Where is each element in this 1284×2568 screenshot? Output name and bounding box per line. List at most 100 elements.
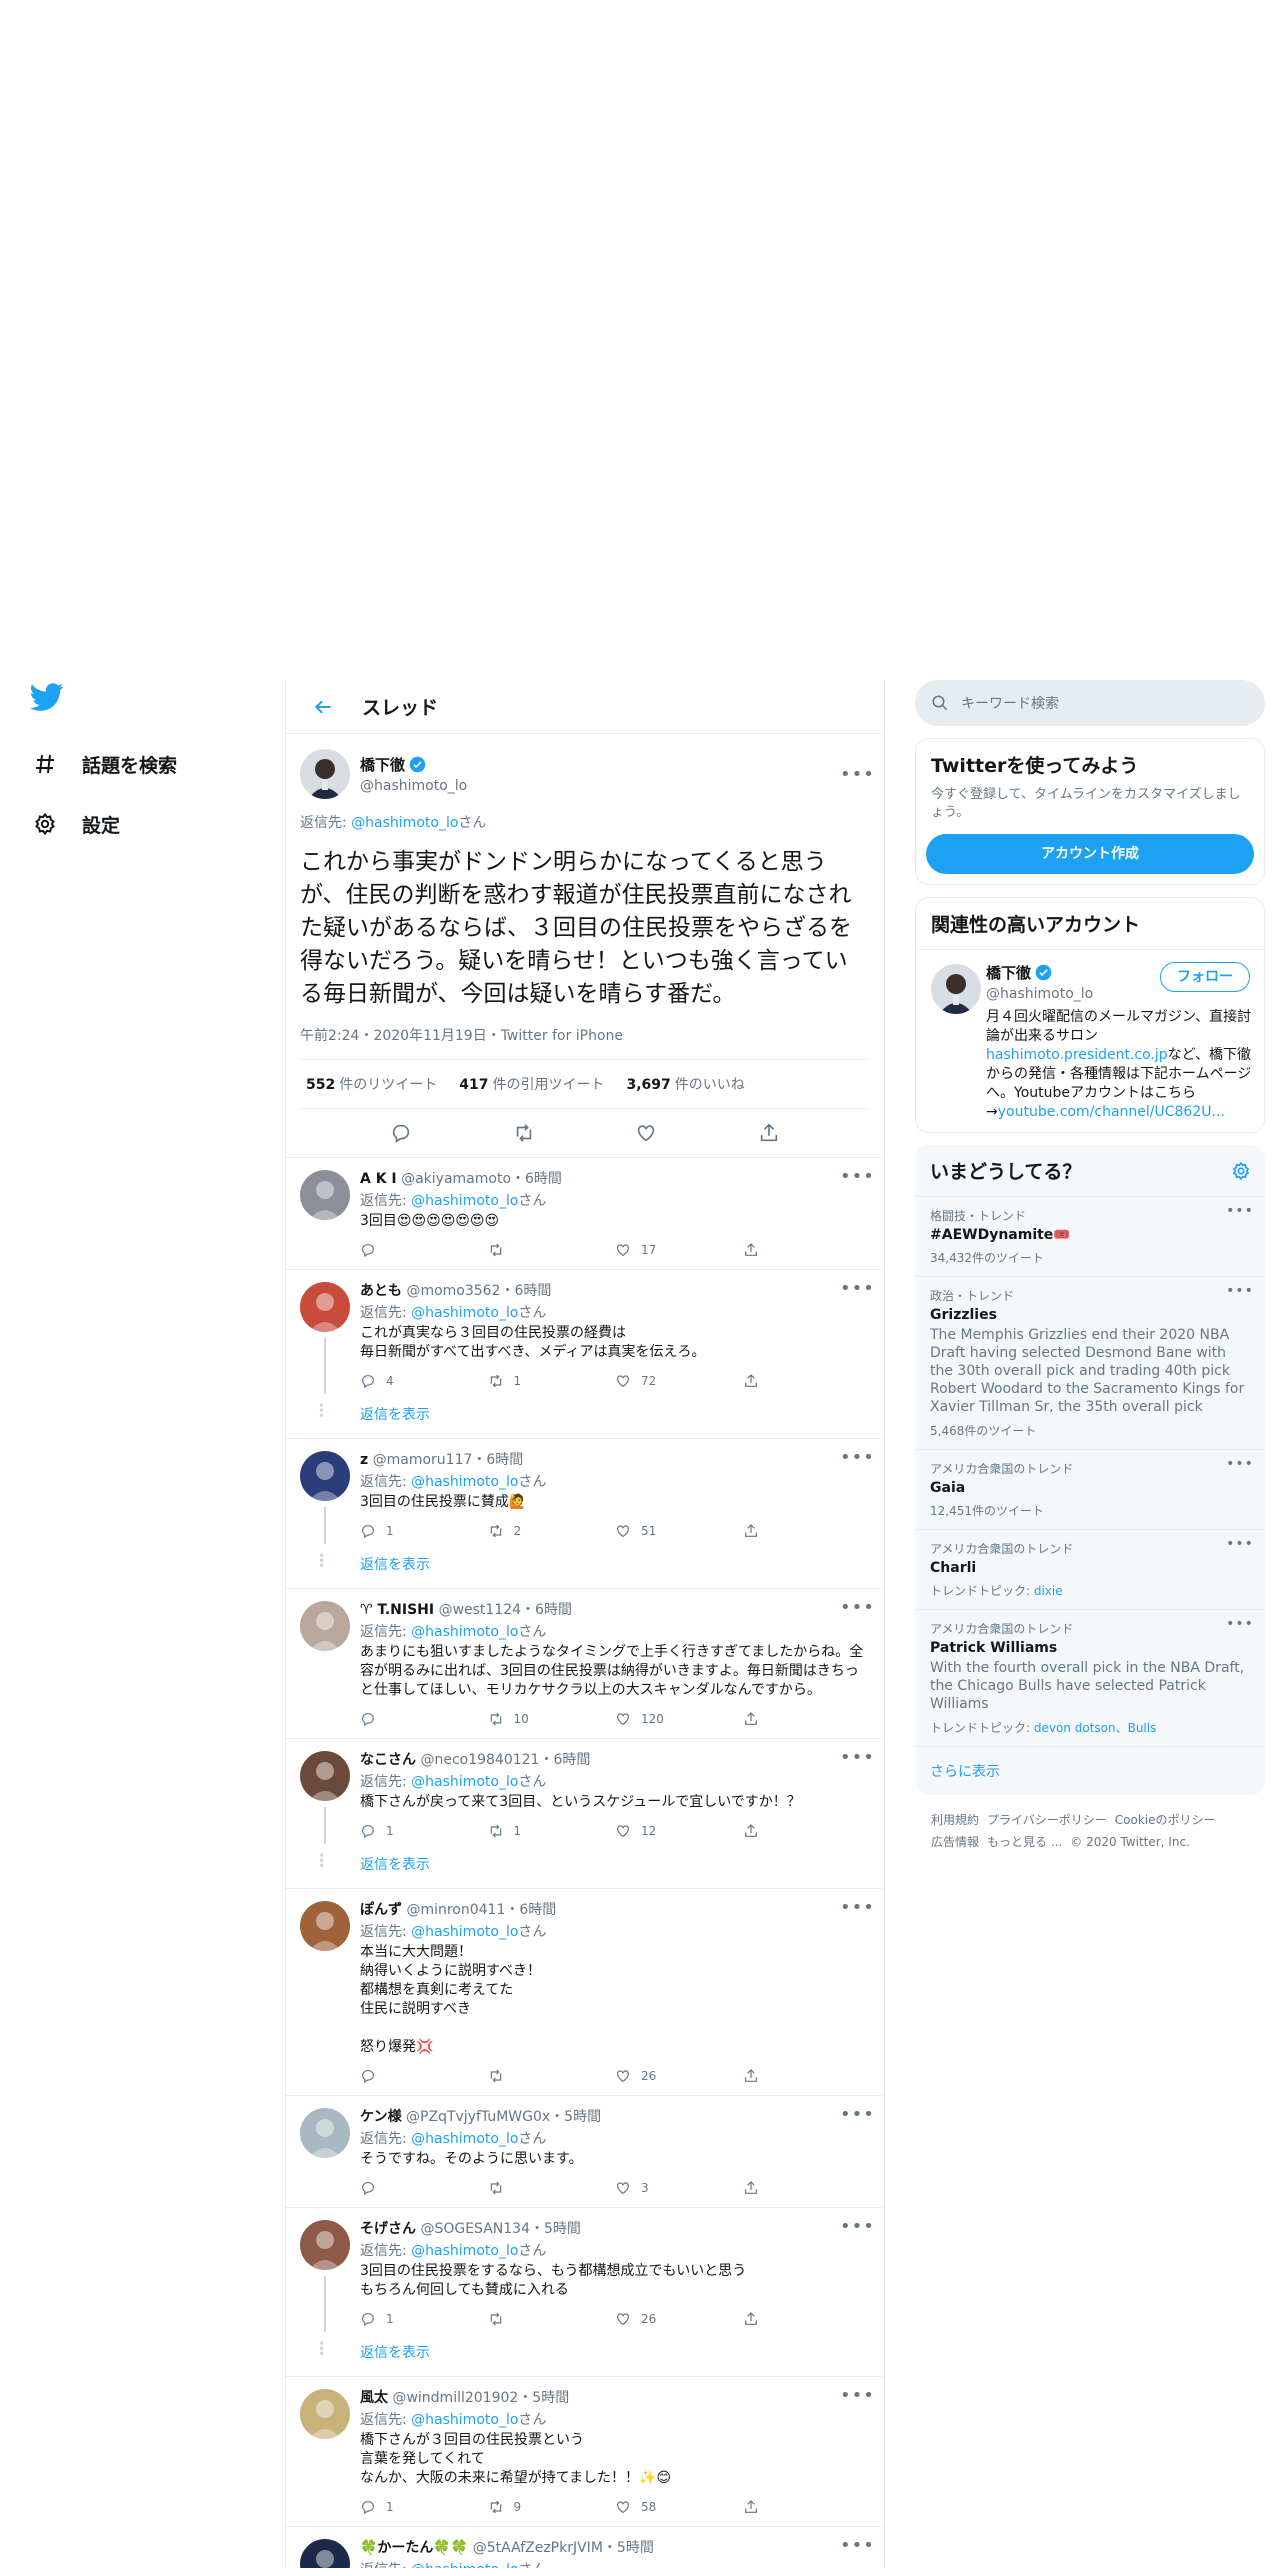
more-options-icon[interactable]: •••	[840, 2385, 874, 2406]
show-replies-label[interactable]: 返信を表示	[360, 2345, 430, 2361]
reply-author-name[interactable]: あとも	[360, 1283, 402, 1299]
like-button[interactable]: 3	[615, 2180, 743, 2196]
more-options-icon[interactable]: •••	[1225, 1203, 1255, 1219]
reply-icon[interactable]	[360, 1242, 376, 1258]
like-icon[interactable]	[615, 2499, 631, 2515]
more-options-icon[interactable]: •••	[1225, 1283, 1255, 1299]
reply-button[interactable]	[360, 1242, 488, 1258]
back-arrow-icon[interactable]	[308, 692, 338, 722]
like-button[interactable]: 26	[615, 2311, 743, 2327]
retweet-icon[interactable]	[513, 1122, 535, 1144]
reply-time[interactable]: ・6時間	[511, 1171, 562, 1187]
avatar[interactable]	[300, 2220, 350, 2270]
share-icon[interactable]	[743, 1242, 759, 1258]
retweet-icon[interactable]	[488, 2311, 504, 2327]
reply-tweet[interactable]: ••• ケン様 @PZqTvjyfTuMWG0x・5時間 返信先: @hashimo…	[286, 2096, 884, 2208]
reply-to-link[interactable]: @hashimoto_lo	[411, 1624, 518, 1640]
share-button[interactable]	[743, 2068, 871, 2084]
reply-author-name[interactable]: 風太	[360, 2390, 388, 2406]
like-icon[interactable]	[615, 1823, 631, 1839]
share-icon[interactable]	[743, 2180, 759, 2196]
retweet-button[interactable]: 1	[488, 1823, 616, 1839]
retweet-button[interactable]	[488, 2311, 616, 2327]
reply-to-link[interactable]: @hashimoto_lo	[411, 2243, 518, 2259]
reply-tweet[interactable]: ••• あとも @momo3562・6時間 返信先: @hashimoto_loさん…	[286, 1270, 884, 1439]
retweet-button[interactable]	[488, 2180, 616, 2196]
show-replies-label[interactable]: 返信を表示	[360, 1407, 430, 1423]
trend-title[interactable]: #AEWDynamite🎟️	[930, 1227, 1250, 1243]
reply-icon[interactable]	[360, 1823, 376, 1839]
create-account-button[interactable]: アカウント作成	[926, 834, 1254, 874]
reply-author-name[interactable]: A K I	[360, 1171, 397, 1187]
reply-to-link[interactable]: @hashimoto_lo	[411, 2562, 518, 2568]
reply-author-name[interactable]: ケン様	[360, 2109, 402, 2125]
trend-item[interactable]: ••• アメリカ合衆国のトレンド Charli トレンドトピック: dixie	[915, 1530, 1265, 1610]
reply-time[interactable]: ・6時間	[501, 1283, 552, 1299]
reply-author-name[interactable]: そげさん	[360, 2221, 416, 2237]
share-icon[interactable]	[758, 1122, 780, 1144]
quote-count[interactable]: 417 件の引用ツイート	[459, 1074, 604, 1094]
reply-time[interactable]: ・5時間	[550, 2109, 601, 2125]
reply-author-handle[interactable]: @mamoru117	[373, 1452, 473, 1468]
show-replies-label[interactable]: 返信を表示	[360, 1857, 430, 1873]
reply-icon[interactable]	[360, 2068, 376, 2084]
trend-title[interactable]: Patrick Williams	[930, 1640, 1250, 1656]
footer-link[interactable]: Cookieのポリシー	[1115, 1813, 1216, 1827]
retweet-icon[interactable]	[488, 2499, 504, 2515]
avatar[interactable]	[300, 1282, 350, 1332]
reply-time[interactable]: ・5時間	[603, 2540, 654, 2556]
show-replies-link[interactable]: • • • 返信を表示	[318, 1850, 870, 1874]
reply-to-link[interactable]: @hashimoto_lo	[411, 2412, 518, 2428]
more-options-icon[interactable]: •••	[840, 1597, 874, 1618]
share-icon[interactable]	[743, 1373, 759, 1389]
retweet-button[interactable]	[488, 1242, 616, 1258]
reply-tweet[interactable]: ••• ぽんず @minron0411・6時間 返信先: @hashimoto_lo…	[286, 1889, 884, 2096]
like-count[interactable]: 3,697 件のいいね	[626, 1074, 744, 1094]
reply-author-handle[interactable]: @SOGESAN134	[420, 2221, 530, 2237]
reply-time[interactable]: ・5時間	[518, 2390, 569, 2406]
reply-button[interactable]	[360, 2180, 488, 2196]
more-options-icon[interactable]: •••	[840, 2216, 874, 2237]
like-button[interactable]: 51	[615, 1523, 743, 1539]
reply-tweet[interactable]: ••• 風太 @windmill201902・5時間 返信先: @hashimoto…	[286, 2377, 884, 2527]
reply-to-link[interactable]: @hashimoto_lo	[351, 815, 458, 831]
avatar[interactable]	[300, 749, 350, 799]
like-icon[interactable]	[635, 1122, 657, 1144]
retweet-icon[interactable]	[488, 1711, 504, 1727]
like-icon[interactable]	[615, 1242, 631, 1258]
show-replies-label[interactable]: 返信を表示	[360, 1557, 430, 1573]
share-icon[interactable]	[743, 2499, 759, 2515]
share-icon[interactable]	[743, 1523, 759, 1539]
like-button[interactable]: 58	[615, 2499, 743, 2515]
retweet-icon[interactable]	[488, 1242, 504, 1258]
reply-icon[interactable]	[360, 1711, 376, 1727]
avatar[interactable]	[931, 964, 981, 1014]
more-options-icon[interactable]: •••	[840, 1747, 874, 1768]
reply-to-link[interactable]: @hashimoto_lo	[411, 2131, 518, 2147]
nav-settings[interactable]: 設定	[28, 794, 268, 854]
reply-button[interactable]: 1	[360, 2499, 488, 2515]
reply-author-handle[interactable]: @minron0411	[406, 1902, 505, 1918]
more-options-icon[interactable]: •••	[840, 1278, 874, 1299]
footer-link[interactable]: 利用規約	[931, 1813, 979, 1827]
share-button[interactable]	[743, 2180, 871, 2196]
share-button[interactable]	[743, 2499, 871, 2515]
retweet-button[interactable]: 10	[488, 1711, 616, 1727]
retweet-icon[interactable]	[488, 1823, 504, 1839]
like-icon[interactable]	[615, 1711, 631, 1727]
reply-time[interactable]: ・6時間	[505, 1902, 556, 1918]
share-icon[interactable]	[743, 1711, 759, 1727]
retweet-icon[interactable]	[488, 1373, 504, 1389]
reply-author-name[interactable]: 🍀かーたん🍀🍀	[360, 2540, 468, 2556]
avatar[interactable]	[300, 2389, 350, 2439]
trend-title[interactable]: Gaia	[930, 1480, 1250, 1496]
reply-to-link[interactable]: @hashimoto_lo	[411, 1474, 518, 1490]
follow-button[interactable]: フォロー	[1160, 962, 1250, 992]
show-replies-link[interactable]: • • • 返信を表示	[318, 1550, 870, 1574]
share-icon[interactable]	[743, 1823, 759, 1839]
more-options-icon[interactable]: •••	[1225, 1456, 1255, 1472]
like-icon[interactable]	[615, 1523, 631, 1539]
avatar[interactable]	[300, 1751, 350, 1801]
more-options-icon[interactable]: •••	[1225, 1536, 1255, 1552]
reply-author-name[interactable]: なこさん	[360, 1752, 416, 1768]
